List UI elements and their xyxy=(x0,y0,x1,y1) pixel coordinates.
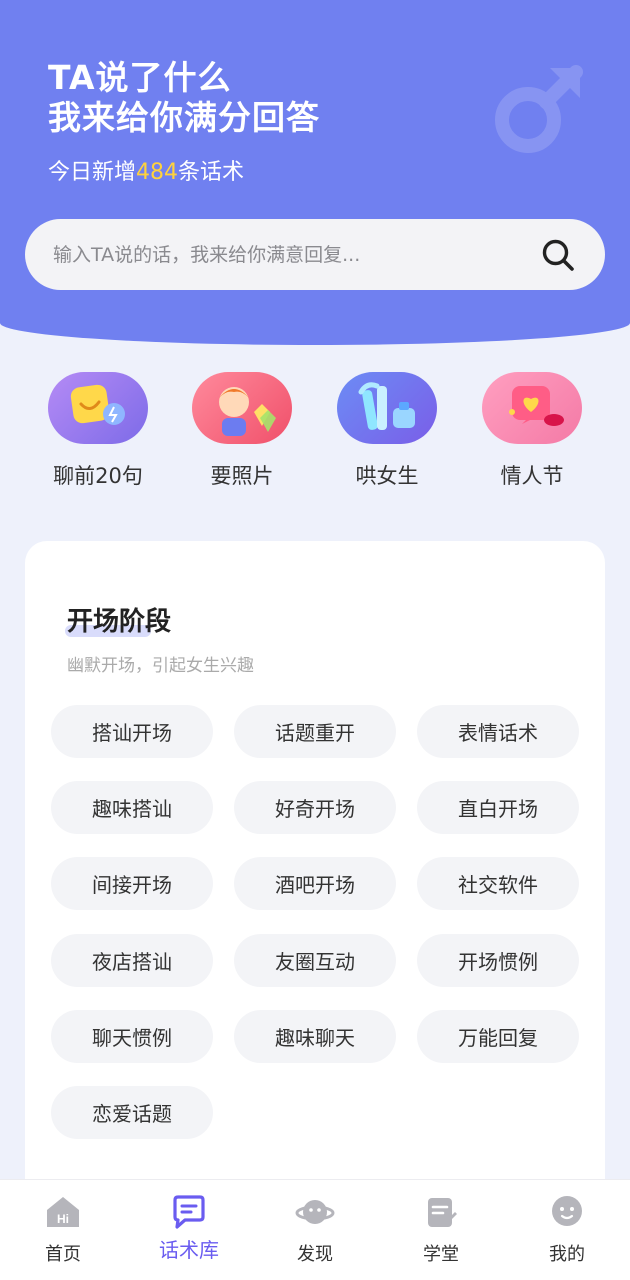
search-icon[interactable] xyxy=(541,238,575,272)
shortcut-coax-girl[interactable]: 哄女生 xyxy=(332,372,442,490)
svg-text:Hi: Hi xyxy=(57,1212,69,1226)
tag-button[interactable]: 开场惯例 xyxy=(417,934,579,987)
tag-button[interactable]: 表情话术 xyxy=(417,705,579,758)
tab-label: 话术库 xyxy=(159,1238,219,1262)
tab-profile[interactable]: 我的 xyxy=(504,1192,630,1266)
tag-button[interactable]: 趣味聊天 xyxy=(234,1010,396,1063)
daily-count-text: 今日新增484条话术 xyxy=(48,157,244,189)
love-letter-icon xyxy=(482,372,582,444)
person-photo-icon xyxy=(192,372,292,444)
planet-icon xyxy=(295,1200,335,1224)
chat-emoji-icon xyxy=(48,372,148,444)
tag-button[interactable]: 社交软件 xyxy=(417,857,579,910)
tag-button[interactable]: 酒吧开场 xyxy=(234,857,396,910)
shortcut-ask-photo[interactable]: 要照片 xyxy=(187,372,297,490)
tab-script-library[interactable]: 话术库 xyxy=(126,1192,252,1263)
tag-button[interactable]: 直白开场 xyxy=(417,781,579,834)
tab-label: 学堂 xyxy=(423,1244,459,1265)
section-title: 开场阶段 xyxy=(67,607,172,637)
shortcut-chat-20[interactable]: 聊前20句 xyxy=(43,372,153,490)
shortcut-label: 聊前20句 xyxy=(53,464,143,488)
tab-home[interactable]: Hi 首页 xyxy=(0,1192,126,1266)
search-bar xyxy=(25,219,605,290)
tag-button[interactable]: 间接开场 xyxy=(51,857,213,910)
tab-label: 我的 xyxy=(549,1244,585,1265)
bottom-tab-bar: Hi 首页 话术库 发现 学堂 我的 xyxy=(0,1179,630,1280)
chat-library-icon xyxy=(173,1195,205,1229)
hero-title: TA说了什么 我来给你满分回答 xyxy=(48,58,320,138)
tab-label: 首页 xyxy=(45,1244,81,1265)
shortcut-label: 情人节 xyxy=(500,464,564,488)
shortcut-valentines[interactable]: 情人节 xyxy=(477,372,587,490)
daily-count-prefix: 今日新增 xyxy=(48,160,137,185)
home-hi-icon: Hi xyxy=(47,1197,79,1227)
tag-button[interactable]: 夜店搭讪 xyxy=(51,934,213,987)
tag-button[interactable]: 恋爱话题 xyxy=(51,1086,213,1139)
tab-academy[interactable]: 学堂 xyxy=(378,1192,504,1266)
tag-button[interactable]: 聊天惯例 xyxy=(51,1010,213,1063)
hero-banner: TA说了什么 我来给你满分回答 今日新增484条话术 xyxy=(0,0,630,345)
search-input[interactable] xyxy=(53,243,541,266)
tag-button[interactable]: 万能回复 xyxy=(417,1010,579,1063)
script-category-card: 开场阶段 幽默开场，引起女生兴趣 搭讪开场 话题重开 表情话术 趣味搭讪 好奇开… xyxy=(25,541,605,1201)
tag-button[interactable]: 话题重开 xyxy=(234,705,396,758)
male-symbol-icon xyxy=(495,65,583,153)
tab-discover[interactable]: 发现 xyxy=(252,1192,378,1266)
shortcut-row: 聊前20句 要照片 哄女生 情人节 xyxy=(0,372,630,502)
tag-button[interactable]: 好奇开场 xyxy=(234,781,396,834)
shortcut-label: 要照片 xyxy=(210,464,274,488)
section-description: 幽默开场，引起女生兴趣 xyxy=(67,656,254,676)
tag-button[interactable]: 搭讪开场 xyxy=(51,705,213,758)
hero-title-line1: TA说了什么 xyxy=(48,58,232,97)
daily-count-number: 484 xyxy=(136,160,179,185)
cosmetics-icon xyxy=(337,372,437,444)
tag-button[interactable]: 友圈互动 xyxy=(234,934,396,987)
tab-label: 发现 xyxy=(297,1244,333,1265)
daily-count-suffix: 条话术 xyxy=(178,160,245,185)
tag-button[interactable]: 趣味搭讪 xyxy=(51,781,213,834)
notebook-icon xyxy=(428,1198,457,1227)
profile-face-icon xyxy=(552,1196,582,1226)
shortcut-label: 哄女生 xyxy=(355,464,419,488)
hero-title-line2: 我来给你满分回答 xyxy=(48,98,320,137)
